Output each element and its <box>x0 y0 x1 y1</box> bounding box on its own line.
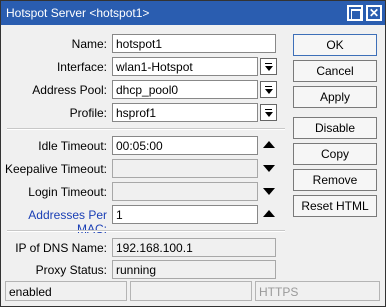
close-icon[interactable] <box>366 5 382 21</box>
maximize-icon[interactable] <box>347 5 363 21</box>
window-title: Hotspot Server <hotspot1> <box>6 6 150 20</box>
collapse-up-icon[interactable] <box>263 210 275 217</box>
proxy-status-value: running <box>112 260 276 279</box>
ip-of-dns-name-label: IP of DNS Name: <box>15 241 107 255</box>
copy-button[interactable]: Copy <box>293 143 377 165</box>
separator <box>7 230 285 232</box>
status-https: HTTPS <box>255 281 380 301</box>
status-enabled: enabled <box>5 281 127 301</box>
profile-select[interactable]: hsprof1 <box>112 103 258 122</box>
separator <box>7 128 285 130</box>
profile-dropdown-icon[interactable] <box>260 104 277 121</box>
interface-dropdown-icon[interactable] <box>260 58 277 75</box>
keepalive-timeout-input[interactable] <box>112 159 258 178</box>
collapse-up-icon[interactable] <box>263 141 275 148</box>
address-pool-label: Address Pool: <box>32 83 107 97</box>
cancel-button[interactable]: Cancel <box>293 60 377 82</box>
hotspot-server-window: Hotspot Server <hotspot1> Name: hotspot1… <box>0 0 386 307</box>
idle-timeout-input[interactable]: 00:05:00 <box>112 136 258 155</box>
keepalive-timeout-label: Keepalive Timeout: <box>4 162 107 176</box>
reset-html-button[interactable]: Reset HTML <box>293 195 377 217</box>
name-label: Name: <box>71 37 107 51</box>
ip-of-dns-name-value: 192.168.100.1 <box>112 238 276 257</box>
disable-button[interactable]: Disable <box>293 117 377 139</box>
interface-label: Interface: <box>56 60 107 74</box>
apply-button[interactable]: Apply <box>293 86 377 108</box>
login-timeout-label: Login Timeout: <box>28 185 107 199</box>
addresses-per-mac-input[interactable]: 1 <box>112 205 258 224</box>
profile-label: Profile: <box>69 106 107 120</box>
name-input[interactable]: hotspot1 <box>112 34 276 53</box>
address-pool-select[interactable]: dhcp_pool0 <box>112 80 258 99</box>
expand-down-icon[interactable] <box>263 188 275 195</box>
login-timeout-input[interactable] <box>112 182 258 201</box>
expand-down-icon[interactable] <box>263 165 275 172</box>
status-middle <box>130 281 252 301</box>
interface-select[interactable]: wlan1-Hotspot <box>112 57 258 76</box>
ok-button[interactable]: OK <box>293 34 377 56</box>
idle-timeout-label: Idle Timeout: <box>38 139 107 153</box>
remove-button[interactable]: Remove <box>293 169 377 191</box>
address-pool-dropdown-icon[interactable] <box>260 81 277 98</box>
proxy-status-label: Proxy Status: <box>35 263 107 277</box>
title-bar[interactable]: Hotspot Server <hotspot1> <box>1 1 385 25</box>
